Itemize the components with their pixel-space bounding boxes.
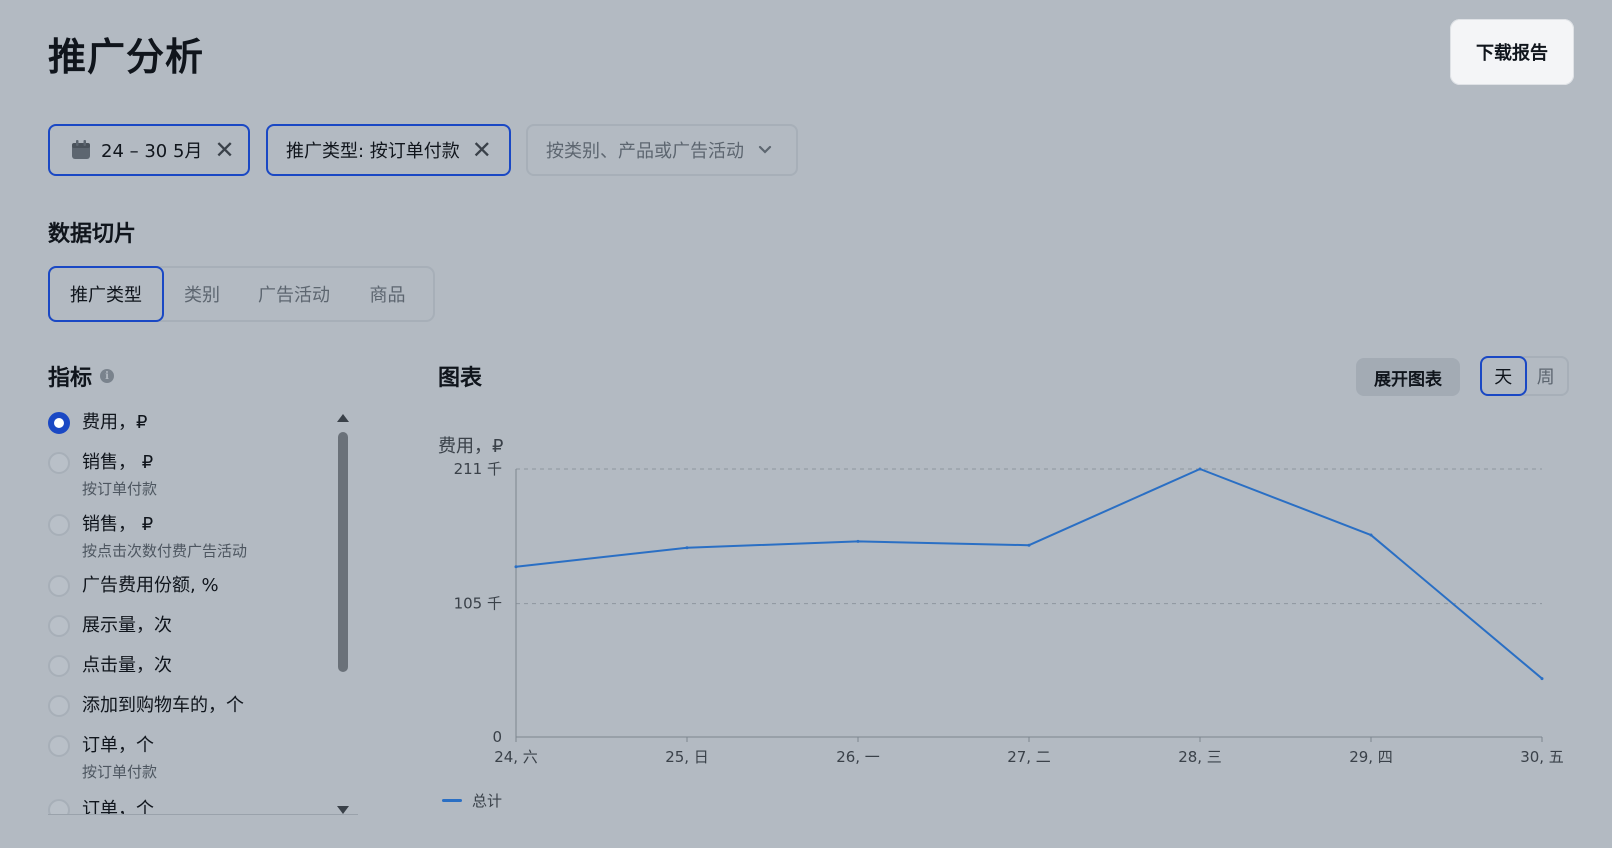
data-point <box>856 539 860 543</box>
y-tick-label: 0 <box>492 728 502 746</box>
legend-label: 总计 <box>472 792 503 810</box>
y-tick-label: 211 千 <box>454 460 502 478</box>
data-point <box>1198 467 1202 471</box>
data-point <box>1027 543 1031 547</box>
series-line <box>515 468 1543 680</box>
cost-line-chart: 0 105 千 211 千 24, 六 25, 日 26, 一 27, 二 28, 三 29, … <box>454 460 1564 766</box>
data-point <box>1369 533 1373 537</box>
chart-legend: 总计 <box>442 790 502 811</box>
x-tick-label: 26, 一 <box>836 748 880 766</box>
x-tick-label: 25, 日 <box>665 748 709 766</box>
x-tick-label: 27, 二 <box>1007 748 1051 766</box>
y-tick-label: 105 千 <box>454 595 502 613</box>
x-tick-label: 29, 四 <box>1349 748 1393 766</box>
data-point <box>514 565 518 569</box>
data-point <box>685 546 689 550</box>
data-point <box>1540 677 1544 681</box>
promotion-analytics-page: 推广分析 下载报告 24 – 30 5月 ✕ 推广类型: 按订单付款 ✕ 按类别… <box>0 0 1612 848</box>
x-tick-label: 28, 三 <box>1178 748 1222 766</box>
x-tick-label: 24, 六 <box>494 748 538 766</box>
x-tick-label: 30, 五 <box>1520 748 1564 766</box>
legend-swatch <box>442 799 462 802</box>
